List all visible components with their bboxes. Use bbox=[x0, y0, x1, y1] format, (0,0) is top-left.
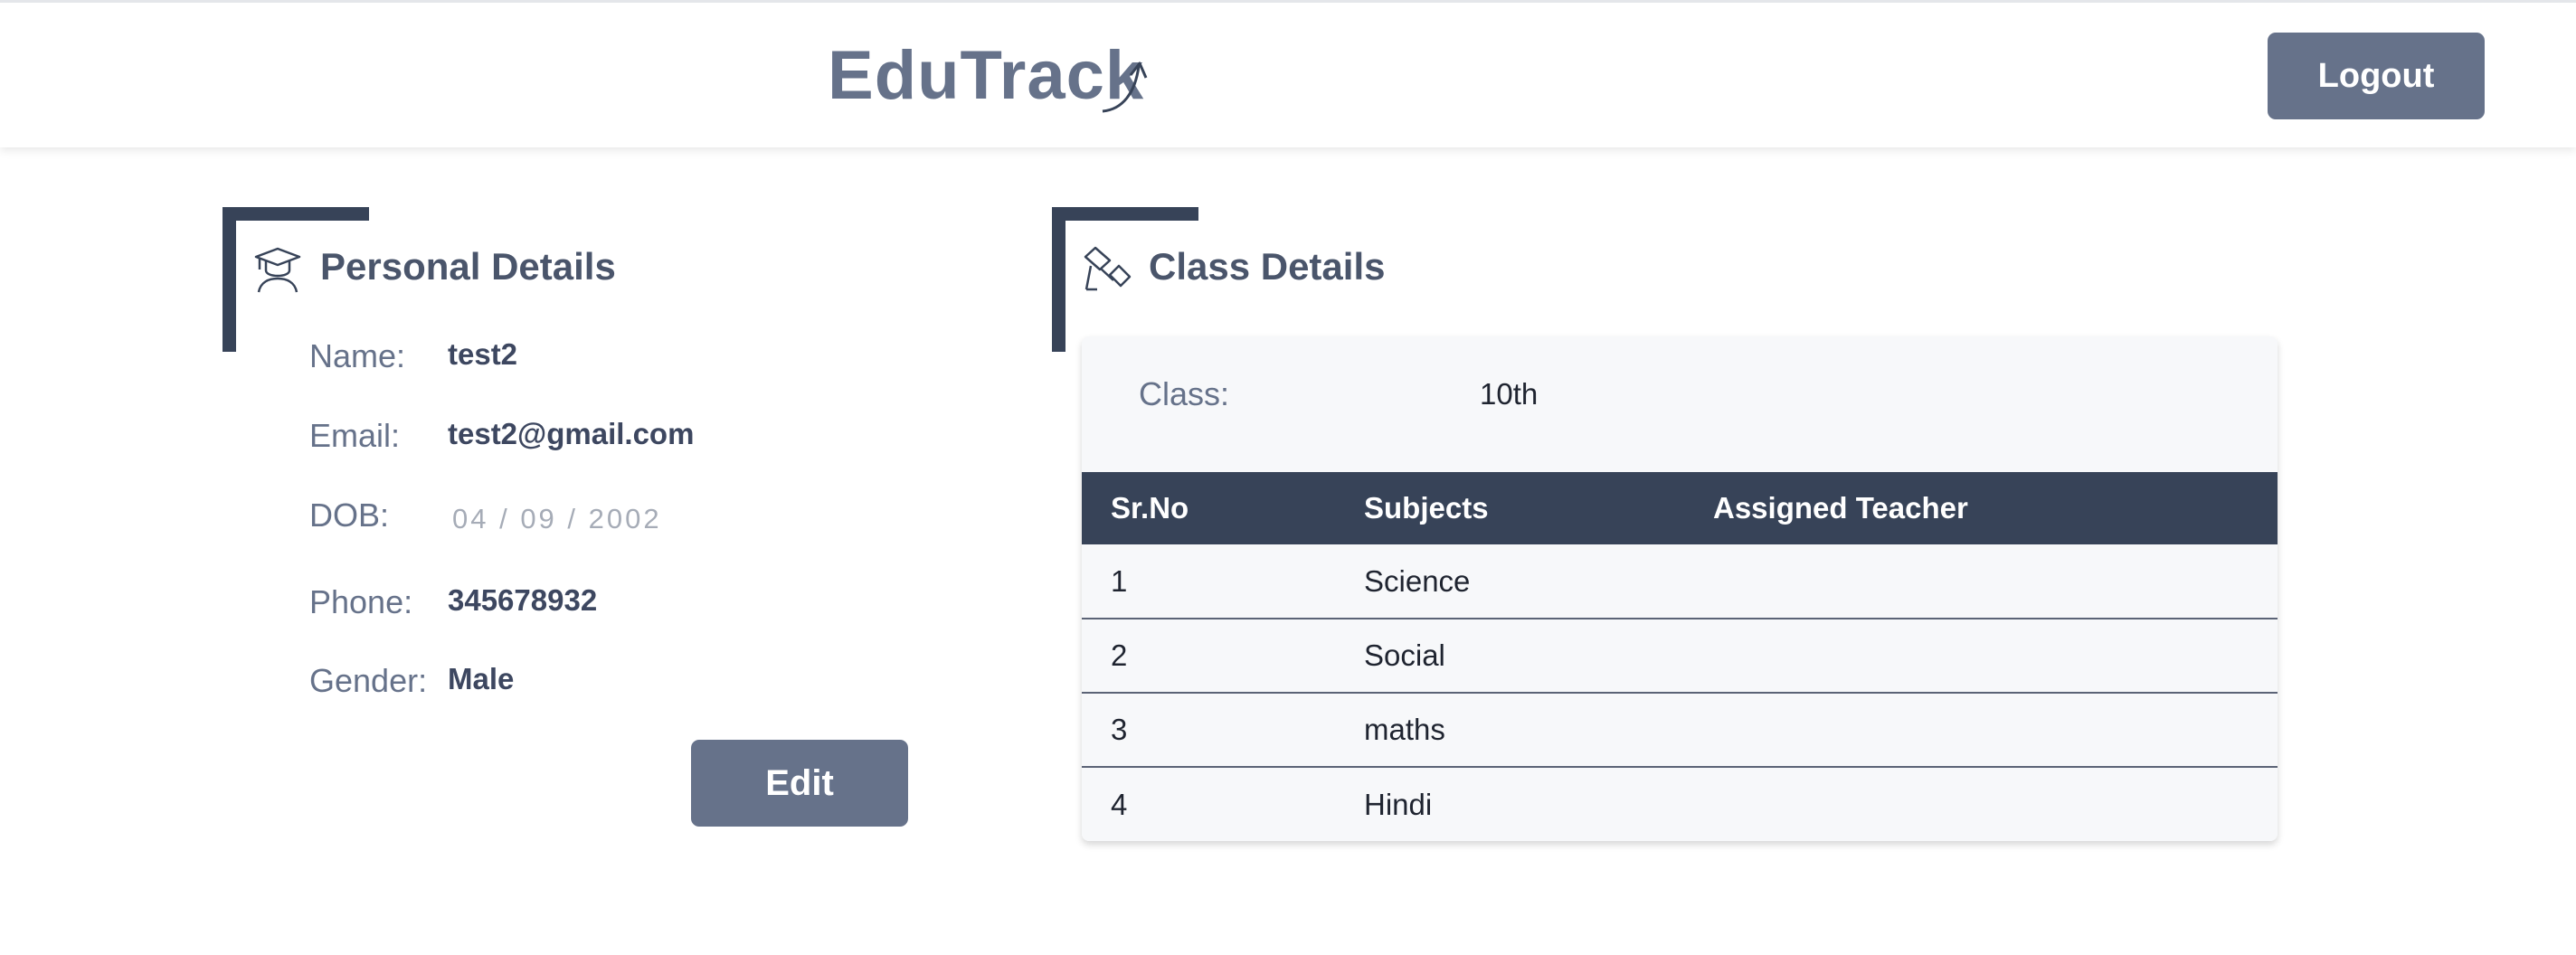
srno-cell: 2 bbox=[1082, 619, 1335, 694]
class-details-card: Class: 10th Sr.No Subjects Assigned Teac… bbox=[1082, 336, 2278, 841]
name-label: Name: bbox=[309, 337, 406, 374]
class-details-title: Class Details bbox=[1149, 245, 1386, 288]
email-label: Email: bbox=[309, 417, 401, 454]
teacher-cell bbox=[1684, 544, 2278, 619]
srno-cell: 1 bbox=[1082, 544, 1335, 619]
dob-value: 04 / 09 / 2002 bbox=[452, 503, 662, 534]
subject-cell: Science bbox=[1335, 544, 1684, 619]
telescope-icon bbox=[1084, 246, 1132, 291]
srno-cell: 3 bbox=[1082, 693, 1335, 768]
phone-label: Phone: bbox=[309, 583, 413, 620]
column-header-assigned-teacher: Assigned Teacher bbox=[1684, 472, 2278, 544]
subjects-table: Sr.No Subjects Assigned Teacher 1 Scienc… bbox=[1082, 472, 2278, 841]
teacher-cell bbox=[1684, 693, 2278, 768]
name-value: test2 bbox=[448, 337, 518, 371]
class-value: 10th bbox=[1480, 377, 1539, 411]
top-header: EduTrack Logout bbox=[0, 0, 2576, 147]
column-header-srno: Sr.No bbox=[1082, 472, 1335, 544]
gender-label: Gender: bbox=[309, 662, 428, 699]
trend-arrow-icon bbox=[1102, 61, 1148, 113]
personal-details-title: Personal Details bbox=[320, 245, 616, 288]
email-value: test2@gmail.com bbox=[448, 417, 695, 450]
dob-label: DOB: bbox=[309, 496, 390, 534]
table-row: 4 Hindi bbox=[1082, 767, 2278, 841]
class-label: Class: bbox=[1139, 375, 1230, 412]
logout-button[interactable]: Logout bbox=[2268, 33, 2485, 119]
app-logo[interactable]: EduTrack bbox=[828, 35, 1144, 117]
column-header-subjects: Subjects bbox=[1335, 472, 1684, 544]
table-header-row: Sr.No Subjects Assigned Teacher bbox=[1082, 472, 2278, 544]
graduate-icon bbox=[254, 247, 301, 293]
teacher-cell bbox=[1684, 619, 2278, 694]
subject-cell: Social bbox=[1335, 619, 1684, 694]
subject-cell: maths bbox=[1335, 693, 1684, 768]
subject-cell: Hindi bbox=[1335, 767, 1684, 841]
table-row: 3 maths bbox=[1082, 693, 2278, 768]
table-row: 1 Science bbox=[1082, 544, 2278, 619]
table-row: 2 Social bbox=[1082, 619, 2278, 694]
srno-cell: 4 bbox=[1082, 767, 1335, 841]
edit-button[interactable]: Edit bbox=[691, 740, 908, 827]
teacher-cell bbox=[1684, 767, 2278, 841]
phone-value: 345678932 bbox=[448, 583, 598, 617]
gender-value: Male bbox=[448, 662, 515, 695]
